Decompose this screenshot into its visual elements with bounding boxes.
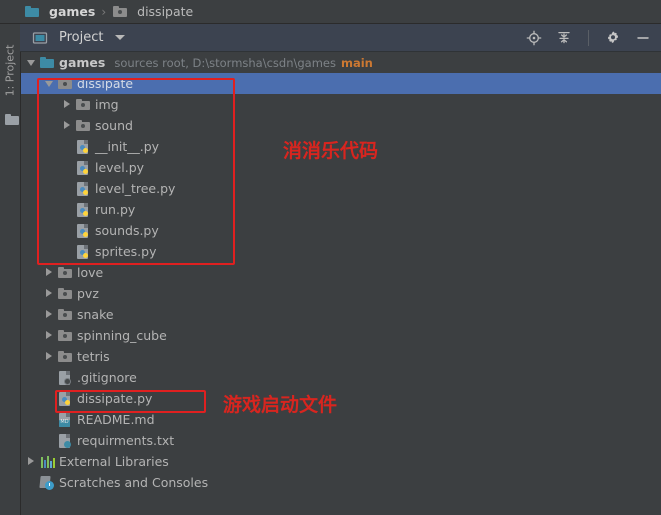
project-view-icon bbox=[32, 30, 48, 46]
gitignore-file-icon bbox=[57, 370, 73, 386]
tree-row-label: pvz bbox=[77, 286, 99, 301]
chevron-right-icon[interactable] bbox=[45, 331, 54, 340]
text-file-icon bbox=[57, 433, 73, 449]
tree-row[interactable]: games sources root, D:\stormsha\csdn\game… bbox=[21, 52, 661, 73]
folder-teal-icon bbox=[39, 55, 55, 71]
chevron-down-icon[interactable] bbox=[115, 35, 126, 40]
folder-gray-icon bbox=[57, 307, 73, 323]
tree-row-label: spinning_cube bbox=[77, 328, 167, 343]
left-tool-strip: 1: Project bbox=[0, 24, 21, 515]
tree-row[interactable]: External Libraries bbox=[21, 451, 661, 472]
tree-row-label: requirments.txt bbox=[77, 433, 175, 448]
panel-title: Project bbox=[59, 30, 104, 45]
project-panel-toolbar: Project bbox=[20, 24, 661, 52]
project-view-selector[interactable]: Project bbox=[32, 30, 126, 46]
tree-row-meta-branch: main bbox=[341, 55, 373, 70]
tree-row-label: External Libraries bbox=[59, 454, 169, 469]
tree-row-label: games bbox=[59, 55, 106, 70]
tree-row[interactable]: spinning_cube bbox=[21, 325, 661, 346]
tree-row-meta-path: sources root, D:\stormsha\csdn\games bbox=[114, 55, 336, 70]
pycharm-project-window: games › dissipate 1: Project Project gam… bbox=[0, 0, 661, 515]
tree-row-label: tetris bbox=[77, 349, 110, 364]
toolbar-actions bbox=[526, 29, 651, 46]
folder-gray-icon bbox=[57, 265, 73, 281]
chevron-right-icon[interactable] bbox=[45, 289, 54, 298]
tree-row[interactable]: .gitignore bbox=[21, 367, 661, 388]
dissipate-package-highlight bbox=[37, 78, 235, 265]
tree-row-label: .gitignore bbox=[77, 370, 137, 385]
folder-gray-icon bbox=[57, 286, 73, 302]
toolbar-divider bbox=[588, 29, 589, 46]
tree-row[interactable]: pvz bbox=[21, 283, 661, 304]
tree-row-label: love bbox=[77, 265, 104, 280]
tree-row-label: snake bbox=[77, 307, 114, 322]
settings-gear-icon[interactable] bbox=[605, 30, 621, 46]
tree-arrow-placeholder bbox=[45, 394, 54, 403]
breadcrumb-label: dissipate bbox=[137, 4, 194, 19]
entry-annotation: 游戏启动文件 bbox=[223, 394, 338, 416]
tree-arrow-placeholder bbox=[45, 415, 54, 424]
package-annotation: 消消乐代码 bbox=[283, 140, 379, 162]
tree-row[interactable]: Scratches and Consoles bbox=[21, 472, 661, 493]
chevron-right-icon[interactable] bbox=[45, 352, 54, 361]
breadcrumb-item-dissipate[interactable]: dissipate bbox=[112, 4, 193, 20]
breadcrumb-label: games bbox=[49, 4, 96, 19]
tree-row[interactable]: tetris bbox=[21, 346, 661, 367]
chevron-right-icon[interactable] bbox=[45, 268, 54, 277]
tree-row[interactable]: snake bbox=[21, 304, 661, 325]
breadcrumb: games › dissipate bbox=[0, 0, 661, 24]
tree-row-label: README.md bbox=[77, 412, 155, 427]
external-libraries-icon bbox=[39, 454, 55, 470]
collapse-all-icon[interactable] bbox=[556, 30, 572, 46]
hide-panel-icon[interactable] bbox=[635, 30, 651, 46]
folder-gray-icon bbox=[57, 349, 73, 365]
tree-arrow-placeholder bbox=[45, 373, 54, 382]
tree-row[interactable]: love bbox=[21, 262, 661, 283]
dissipate-entry-highlight bbox=[55, 390, 206, 413]
tree-arrow-placeholder bbox=[27, 478, 36, 487]
chevron-down-icon[interactable] bbox=[27, 58, 36, 67]
locate-file-icon[interactable] bbox=[526, 30, 542, 46]
tool-window-button-project[interactable]: 1: Project bbox=[4, 39, 17, 103]
folder-teal-icon bbox=[24, 4, 40, 20]
tree-row-meta: sources root, D:\stormsha\csdn\games main bbox=[114, 56, 373, 70]
breadcrumb-separator: › bbox=[101, 4, 107, 19]
chevron-right-icon[interactable] bbox=[27, 457, 36, 466]
scratches-icon bbox=[39, 475, 55, 491]
tree-row-label: Scratches and Consoles bbox=[59, 475, 209, 490]
chevron-right-icon[interactable] bbox=[45, 310, 54, 319]
folder-gray-icon bbox=[112, 4, 128, 20]
tree-arrow-placeholder bbox=[45, 436, 54, 445]
folder-gray-icon bbox=[57, 328, 73, 344]
tree-row[interactable]: requirments.txt bbox=[21, 430, 661, 451]
markdown-file-icon bbox=[57, 412, 73, 428]
breadcrumb-item-games[interactable]: games bbox=[24, 4, 95, 20]
